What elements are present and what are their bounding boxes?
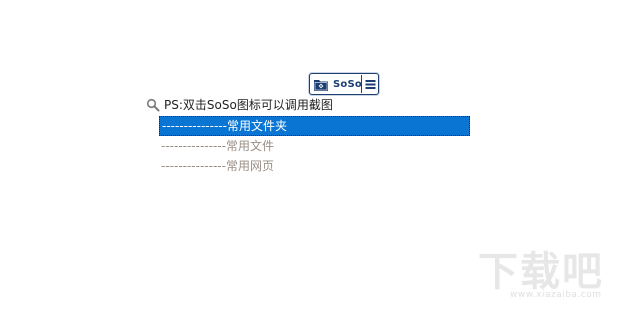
- list-item-label: ---------------常用文件: [161, 139, 274, 153]
- list-item-label: ---------------常用文件夹: [162, 119, 287, 133]
- search-hint: PS:双击SoSo图标可以调用截图: [146, 95, 333, 113]
- watermark: 下载吧 www.xiazaiba.com: [478, 250, 612, 304]
- watermark-url: www.xiazaiba.com: [510, 290, 602, 300]
- watermark-logo-text: 下载吧: [478, 249, 604, 295]
- soso-toolbar: SoSo: [309, 73, 379, 95]
- list-item-common-webpages[interactable]: ---------------常用网页: [159, 156, 470, 176]
- soso-logo-button[interactable]: SoSo: [311, 75, 362, 93]
- search-icon: [146, 97, 160, 112]
- soso-logo-label: SoSo: [333, 78, 362, 90]
- list-item-label: ---------------常用网页: [161, 159, 274, 173]
- soso-folder-icon: [313, 77, 329, 91]
- toolbar-divider: [361, 75, 362, 93]
- hamburger-menu-icon: [365, 75, 376, 94]
- search-hint-text: PS:双击SoSo图标可以调用截图: [164, 97, 333, 112]
- list-item-common-files[interactable]: ---------------常用文件: [159, 136, 470, 156]
- shortcut-list: ---------------常用文件夹 ---------------常用文件…: [159, 116, 470, 176]
- toolbar-menu-button[interactable]: [363, 75, 378, 93]
- list-item-common-folders[interactable]: ---------------常用文件夹: [159, 116, 470, 136]
